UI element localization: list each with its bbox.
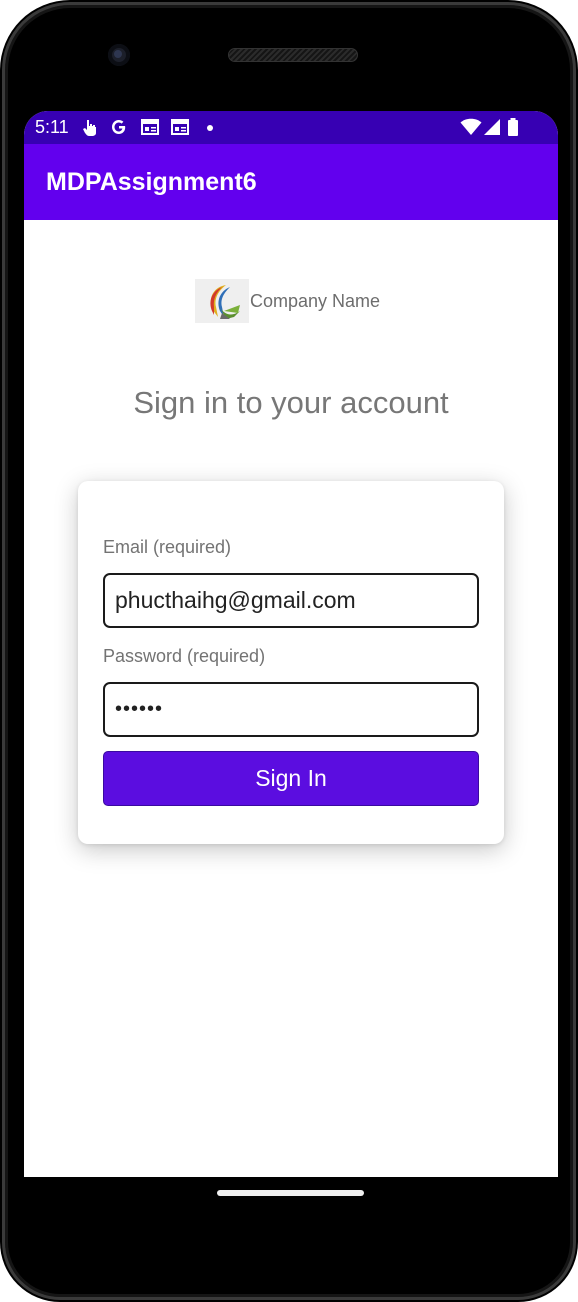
status-time: 5:11 bbox=[35, 117, 69, 137]
wifi-icon bbox=[460, 118, 482, 136]
home-indicator[interactable] bbox=[217, 1190, 364, 1196]
battery-icon bbox=[507, 118, 519, 136]
password-label: Password (required) bbox=[103, 646, 266, 666]
page-title: Sign in to your account bbox=[133, 385, 449, 420]
email-value: phucthaihg@gmail.com bbox=[115, 587, 356, 613]
company-name: Company Name bbox=[250, 290, 381, 311]
branding-row: Company Name bbox=[195, 279, 380, 323]
sign-in-button-label: Sign In bbox=[255, 765, 327, 791]
password-field[interactable]: •••••• bbox=[103, 682, 479, 737]
news-icon bbox=[171, 118, 189, 136]
earpiece-speaker bbox=[228, 48, 358, 62]
email-label: Email (required) bbox=[103, 537, 232, 557]
email-field[interactable]: phucthaihg@gmail.com bbox=[103, 573, 479, 628]
phone-frame: 5:11 MDPAssignment6 Company Name Sign in… bbox=[0, 0, 578, 1302]
status-bar: 5:11 bbox=[24, 111, 558, 144]
device-screen: 5:11 MDPAssignment6 Company Name Sign in… bbox=[24, 111, 558, 1177]
google-icon bbox=[110, 118, 128, 136]
app-bar: MDPAssignment6 bbox=[24, 144, 558, 220]
app-title: MDPAssignment6 bbox=[46, 168, 257, 196]
touch-icon bbox=[81, 118, 99, 136]
company-logo bbox=[195, 279, 249, 323]
sign-in-button[interactable]: Sign In bbox=[103, 751, 479, 806]
news-icon bbox=[141, 118, 159, 136]
notification-dot bbox=[207, 125, 213, 131]
sign-in-card: Email (required) phucthaihg@gmail.com Pa… bbox=[78, 481, 504, 844]
password-value: •••••• bbox=[115, 698, 164, 720]
signal-icon bbox=[483, 118, 501, 136]
front-camera bbox=[108, 44, 130, 66]
